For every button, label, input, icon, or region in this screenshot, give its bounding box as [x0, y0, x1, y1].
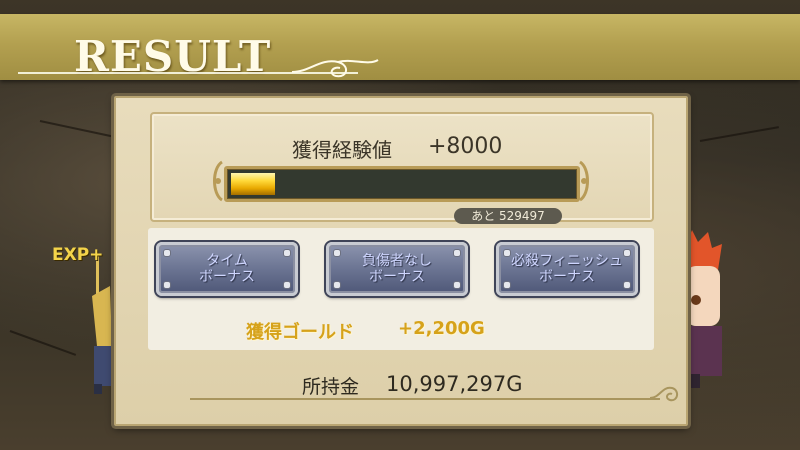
ground-crack [9, 330, 77, 356]
exp-section: 獲得経験値 +8000 あと 529497 [150, 112, 654, 224]
bonus-section: タイム ボーナス 負傷者なし ボーナス 必殺フィニッシュ ボーナス 獲得ゴールド… [148, 228, 654, 350]
ground-crack [699, 126, 779, 142]
exp-remaining-badge: あと 529497 [454, 208, 562, 224]
rivet-icon [503, 281, 511, 289]
special-finish-bonus-label: 必殺フィニッシュ ボーナス [511, 253, 623, 285]
left-character-sprite [92, 256, 112, 394]
gold-value: +2,200G [398, 318, 485, 339]
no-casualty-bonus-button[interactable]: 負傷者なし ボーナス [326, 242, 468, 296]
result-banner: RESULT [0, 14, 800, 81]
result-panel: 獲得経験値 +8000 あと 529497 タイム ボーナス 負傷者なし ボーナ… [114, 96, 688, 426]
rivet-icon [163, 281, 171, 289]
rivet-icon [503, 249, 511, 257]
bar-right-ornament [578, 160, 589, 202]
rivet-icon [283, 249, 291, 257]
money-label: 所持金 [302, 376, 360, 398]
rivet-icon [623, 281, 631, 289]
rivet-icon [453, 281, 461, 289]
exp-label: 獲得経験値 [292, 138, 392, 162]
rivet-icon [333, 281, 341, 289]
panel-divider [190, 398, 660, 400]
rivet-icon [333, 249, 341, 257]
time-bonus-button[interactable]: タイム ボーナス [156, 242, 298, 296]
bar-left-ornament [213, 160, 224, 202]
rivet-icon [623, 249, 631, 257]
money-value: 10,997,297G [386, 372, 523, 396]
gold-label: 獲得ゴールド [246, 322, 354, 343]
exp-progress-fill [231, 173, 275, 195]
time-bonus-label: タイム ボーナス [199, 253, 255, 285]
rivet-icon [283, 281, 291, 289]
special-finish-bonus-button[interactable]: 必殺フィニッシュ ボーナス [496, 242, 638, 296]
rivet-icon [453, 249, 461, 257]
right-character-sprite [684, 230, 722, 388]
exp-progress-bar [224, 166, 580, 202]
exp-value: +8000 [428, 134, 503, 159]
exp-gain-floating-text: EXP+ [52, 245, 104, 265]
rivet-icon [163, 249, 171, 257]
flourish-icon [649, 386, 678, 402]
flourish-icon [291, 59, 379, 78]
no-casualty-bonus-label: 負傷者なし ボーナス [362, 253, 432, 285]
